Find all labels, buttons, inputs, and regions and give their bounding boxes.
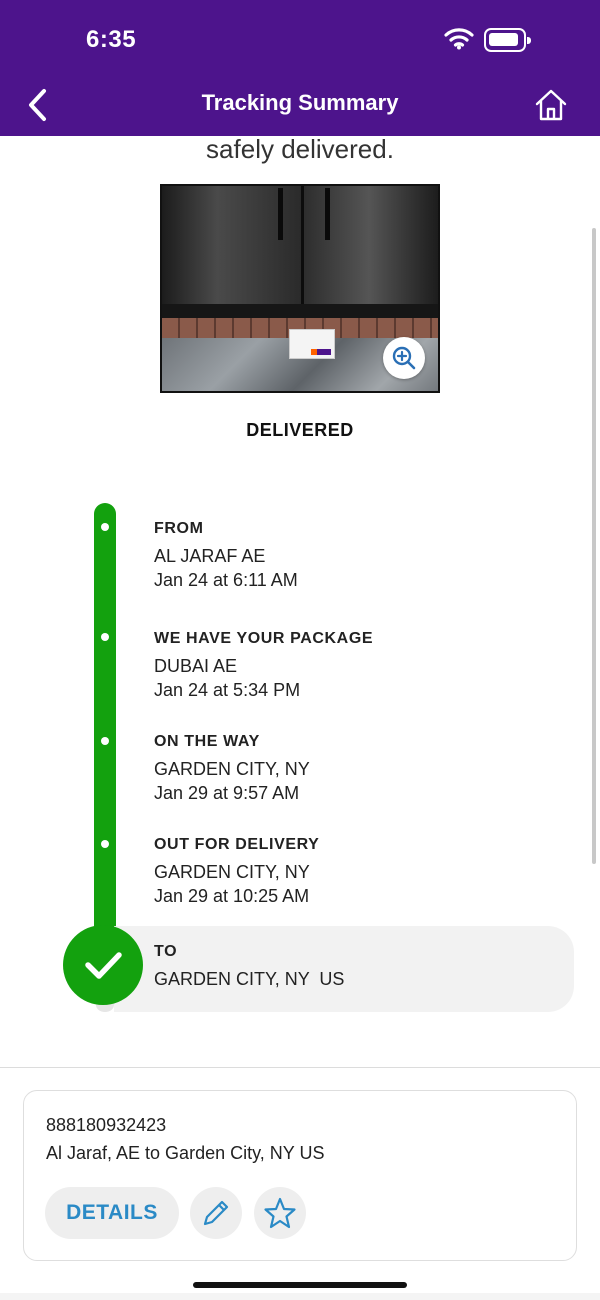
timeline-event-picked-up: WE HAVE YOUR PACKAGE DUBAI AE Jan 24 at …: [154, 630, 373, 701]
event-heading: OUT FOR DELIVERY: [154, 836, 320, 853]
checkmark-icon: [63, 952, 143, 1009]
event-heading: WE HAVE YOUR PACKAGE: [154, 630, 374, 647]
delivery-message: safely delivered.: [206, 134, 394, 164]
event-time: Jan 24 at 5:34 PM: [154, 680, 301, 700]
home-icon: [532, 89, 570, 128]
home-indicator[interactable]: [193, 1282, 407, 1288]
event-time: Jan 29 at 9:57 AM: [154, 783, 300, 803]
event-heading: TO: [154, 943, 178, 960]
event-location: GARDEN CITY, NY: [154, 759, 310, 779]
header-bar: 6:35 Tracking Summary: [0, 0, 600, 136]
timeline-dot: [101, 840, 109, 848]
timeline-dot: [101, 737, 109, 745]
timeline-event-to: TO GARDEN CITY, NY US: [154, 943, 344, 990]
event-location: AL JARAF AE: [154, 546, 266, 566]
edit-button[interactable]: [190, 1187, 242, 1239]
details-button[interactable]: DETAILS: [45, 1187, 179, 1239]
shipment-route: Al Jaraf, AE to Garden City, NY US: [46, 1143, 325, 1163]
event-location: GARDEN CITY, NY US: [154, 969, 345, 989]
battery-icon: [484, 28, 531, 52]
home-button[interactable]: [532, 86, 570, 124]
status-time: 6:35: [86, 26, 137, 53]
page-title: Tracking Summary: [201, 90, 399, 115]
zoom-photo-button[interactable]: [383, 337, 425, 379]
delivery-status: DELIVERED: [246, 420, 354, 440]
timeline-dot: [101, 633, 109, 641]
wifi-icon: [444, 26, 474, 55]
timeline-progress-bar: [94, 503, 116, 953]
event-time: Jan 29 at 10:25 AM: [154, 886, 310, 906]
event-heading: FROM: [154, 520, 204, 537]
scrollbar[interactable]: [592, 228, 596, 864]
event-heading: ON THE WAY: [154, 733, 260, 750]
delivered-check: [63, 925, 143, 1005]
zoom-in-icon: [383, 346, 425, 383]
shipment-card: 888180932423 Al Jaraf, AE to Garden City…: [23, 1090, 577, 1261]
timeline-dot: [101, 523, 109, 531]
pencil-icon: [190, 1200, 242, 1243]
event-location: GARDEN CITY, NY: [154, 862, 310, 882]
event-location: DUBAI AE: [154, 656, 238, 676]
timeline-event-out-for-delivery: OUT FOR DELIVERY GARDEN CITY, NY Jan 29 …: [154, 836, 319, 907]
star-icon: [254, 1197, 306, 1243]
favorite-button[interactable]: [254, 1187, 306, 1239]
timeline-event-on-the-way: ON THE WAY GARDEN CITY, NY Jan 29 at 9:5…: [154, 733, 310, 804]
divider: [0, 1067, 600, 1068]
tracking-number: 888180932423: [46, 1115, 167, 1135]
timeline-event-from: FROM AL JARAF AE Jan 24 at 6:11 AM: [154, 520, 298, 591]
package-image: [289, 329, 335, 359]
event-time: Jan 24 at 6:11 AM: [154, 570, 298, 590]
